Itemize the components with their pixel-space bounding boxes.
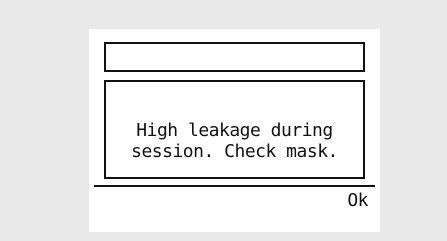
- ok-button[interactable]: Ok: [347, 191, 368, 211]
- device-screen: High leakage during session. Check mask.…: [89, 29, 380, 232]
- soft-key-divider: [94, 185, 375, 187]
- alert-message: High leakage during session. Check mask.: [106, 120, 363, 162]
- alert-message-line-1: High leakage during: [136, 120, 333, 141]
- dialog-title-bar: [104, 42, 365, 72]
- alert-message-box: High leakage during session. Check mask.: [104, 80, 365, 179]
- alert-message-line-2: session. Check mask.: [131, 141, 338, 162]
